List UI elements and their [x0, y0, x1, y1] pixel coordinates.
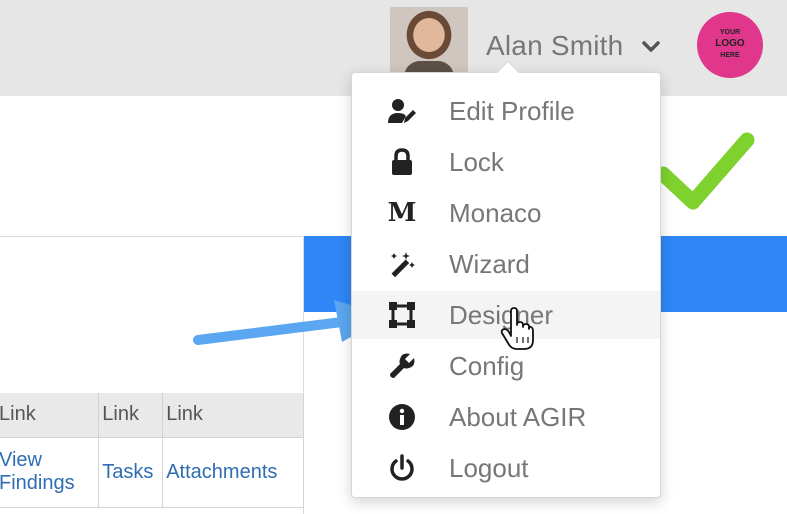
- menu-item-about[interactable]: About AGIR: [352, 393, 660, 441]
- app-window: Alan Smith YOUR LOGO HERE Link Link Link…: [0, 0, 787, 514]
- menu-item-wizard[interactable]: Wizard: [352, 240, 660, 288]
- menu-item-label: About AGIR: [449, 402, 587, 432]
- column-header: Link: [0, 393, 100, 438]
- menu-item-lock[interactable]: Lock: [352, 138, 660, 186]
- logo-text-1: YOUR: [720, 29, 740, 36]
- links-table: Link Link Link View Findings Tasks Attac…: [0, 393, 304, 508]
- success-check-icon: [655, 132, 755, 210]
- wrench-icon: [388, 352, 416, 380]
- menu-item-label: Logout: [449, 453, 529, 483]
- table-row: View Findings Tasks Attachments: [0, 437, 304, 508]
- chevron-down-icon[interactable]: [640, 36, 662, 58]
- tasks-link[interactable]: Tasks: [98, 437, 164, 508]
- designer-icon: [388, 301, 416, 329]
- menu-item-label: Config: [449, 351, 525, 381]
- power-icon: [388, 454, 416, 482]
- link-text-line[interactable]: View: [0, 449, 95, 472]
- attachments-link[interactable]: Attachments: [162, 437, 304, 508]
- user-name[interactable]: Alan Smith: [486, 30, 623, 62]
- logo-text-3: HERE: [720, 52, 740, 59]
- logo-text-2: LOGO: [715, 38, 745, 49]
- menu-item-logout[interactable]: Logout: [352, 444, 660, 492]
- user-edit-icon: [388, 97, 416, 125]
- column-header: Link: [162, 393, 304, 438]
- lock-icon: [388, 148, 416, 176]
- menu-item-edit-profile[interactable]: Edit Profile: [352, 87, 660, 135]
- user-avatar[interactable]: [390, 7, 468, 77]
- menu-item-label: Lock: [449, 147, 504, 177]
- menu-item-label: Monaco: [449, 198, 542, 228]
- company-logo: YOUR LOGO HERE: [697, 12, 763, 78]
- menu-item-label: Edit Profile: [449, 96, 575, 126]
- menu-item-monaco[interactable]: M Monaco: [352, 189, 660, 237]
- magic-wand-icon: [388, 250, 416, 278]
- menu-item-label: Wizard: [449, 249, 530, 279]
- monaco-m-icon: M: [387, 198, 417, 228]
- user-dropdown-menu: Edit Profile Lock M Monaco Wizard Design…: [351, 60, 661, 498]
- hand-cursor-icon: [500, 307, 534, 350]
- view-findings-link[interactable]: View Findings: [0, 437, 100, 508]
- info-icon: [388, 403, 416, 431]
- link-text-line[interactable]: Findings: [0, 472, 95, 495]
- table-header-row: Link Link Link: [0, 393, 304, 438]
- column-header: Link: [98, 393, 164, 438]
